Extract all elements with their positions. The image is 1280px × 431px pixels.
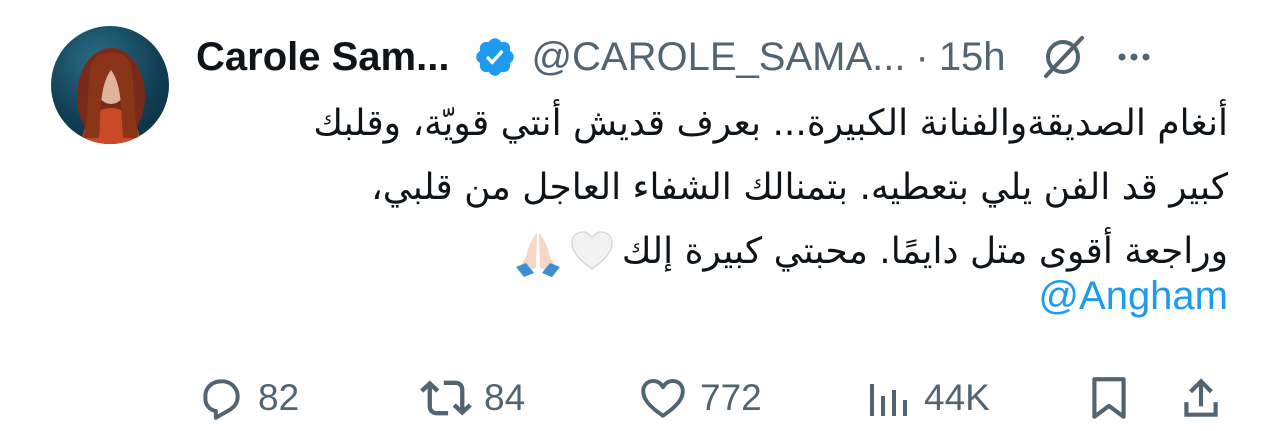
- verified-badge-icon[interactable]: [473, 35, 517, 79]
- bookmark-icon: [1092, 377, 1126, 419]
- tweet-header: Carole Sam... @CAROLE_SAMA... · 15h: [196, 28, 1240, 86]
- views-button[interactable]: 44K: [864, 368, 990, 428]
- share-button[interactable]: [1176, 368, 1226, 428]
- heart-icon: [641, 378, 685, 418]
- like-button[interactable]: 772: [638, 368, 762, 428]
- mention-link[interactable]: @Angham: [196, 274, 1228, 319]
- bookmark-button[interactable]: [1084, 368, 1134, 428]
- repost-button[interactable]: 84: [420, 368, 525, 428]
- repost-count: 84: [484, 377, 526, 418]
- separator-dot: ·: [915, 34, 929, 79]
- action-bar: 82 84 772 44K: [196, 368, 1228, 428]
- white-heart-icon: [571, 231, 613, 270]
- tweet-text-line: وراجعة أقوى متل دايمًا. محبتي كبيرة إلك: [621, 231, 1228, 272]
- reply-count: 82: [258, 377, 300, 418]
- avatar-image: [77, 48, 145, 144]
- emoji-group: [512, 227, 616, 279]
- more-options-icon[interactable]: [1114, 37, 1154, 77]
- author-handle[interactable]: @CAROLE_SAMA...: [531, 35, 905, 80]
- grok-icon[interactable]: [1038, 32, 1088, 82]
- tweet-text-line: أنغام الصديقةوالفنانة الكبيرة... بعرف قد…: [313, 103, 1228, 144]
- praying-hands-icon: [515, 233, 560, 277]
- repost-icon: [420, 380, 472, 416]
- like-count: 772: [700, 377, 762, 418]
- reply-button[interactable]: 82: [196, 368, 299, 428]
- analytics-icon: [870, 384, 907, 416]
- timestamp[interactable]: 15h: [939, 35, 1006, 80]
- share-icon: [1184, 378, 1218, 417]
- avatar[interactable]: [51, 26, 169, 144]
- view-count: 44K: [924, 377, 990, 418]
- reply-icon: [203, 379, 240, 420]
- author-name[interactable]: Carole Sam...: [196, 35, 449, 80]
- tweet-text-line: كبير قد الفن يلي بتعطيه. بتمنالك الشفاء …: [371, 167, 1228, 208]
- tweet-text: أنغام الصديقةوالفنانة الكبيرة... بعرف قد…: [196, 92, 1228, 284]
